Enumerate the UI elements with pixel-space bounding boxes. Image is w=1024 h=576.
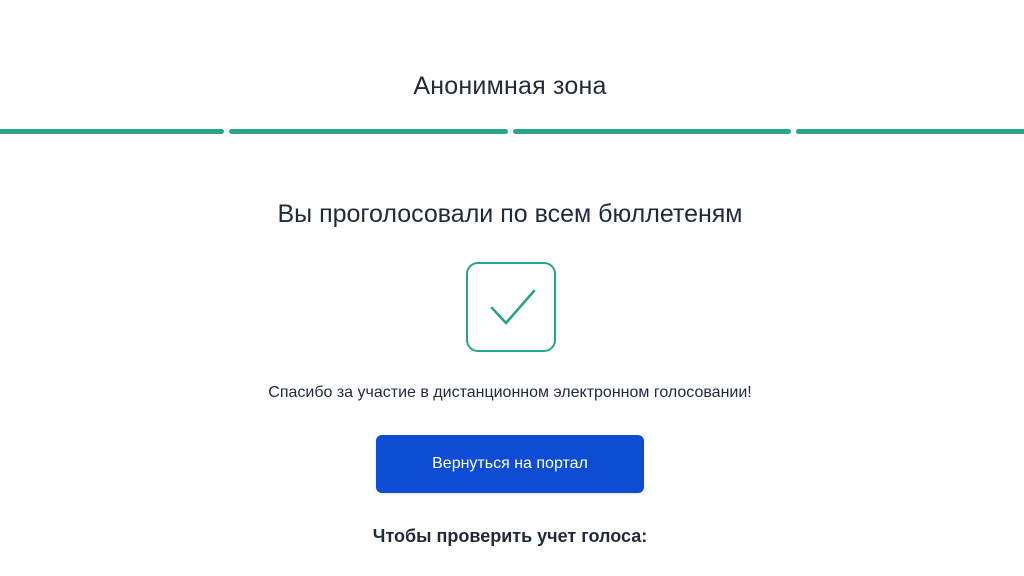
progress-segment: [229, 129, 508, 134]
vote-complete-page: Анонимная зона Вы проголосовали по всем …: [0, 0, 1024, 576]
progress-segment: [796, 129, 1024, 134]
return-to-portal-button[interactable]: Вернуться на портал: [376, 435, 644, 493]
verify-vote-title: Чтобы проверить учет голоса:: [372, 526, 648, 546]
progress-segment: [0, 129, 224, 134]
progress-segment: [513, 129, 791, 134]
progress-bar: [0, 129, 1024, 134]
check-icon: [466, 262, 556, 352]
result-heading: Вы проголосовали по всем бюллетеням: [277, 200, 743, 228]
thanks-message: Спасибо за участие в дистанционном элект…: [268, 384, 752, 401]
page-title: Анонимная зона: [413, 72, 607, 100]
